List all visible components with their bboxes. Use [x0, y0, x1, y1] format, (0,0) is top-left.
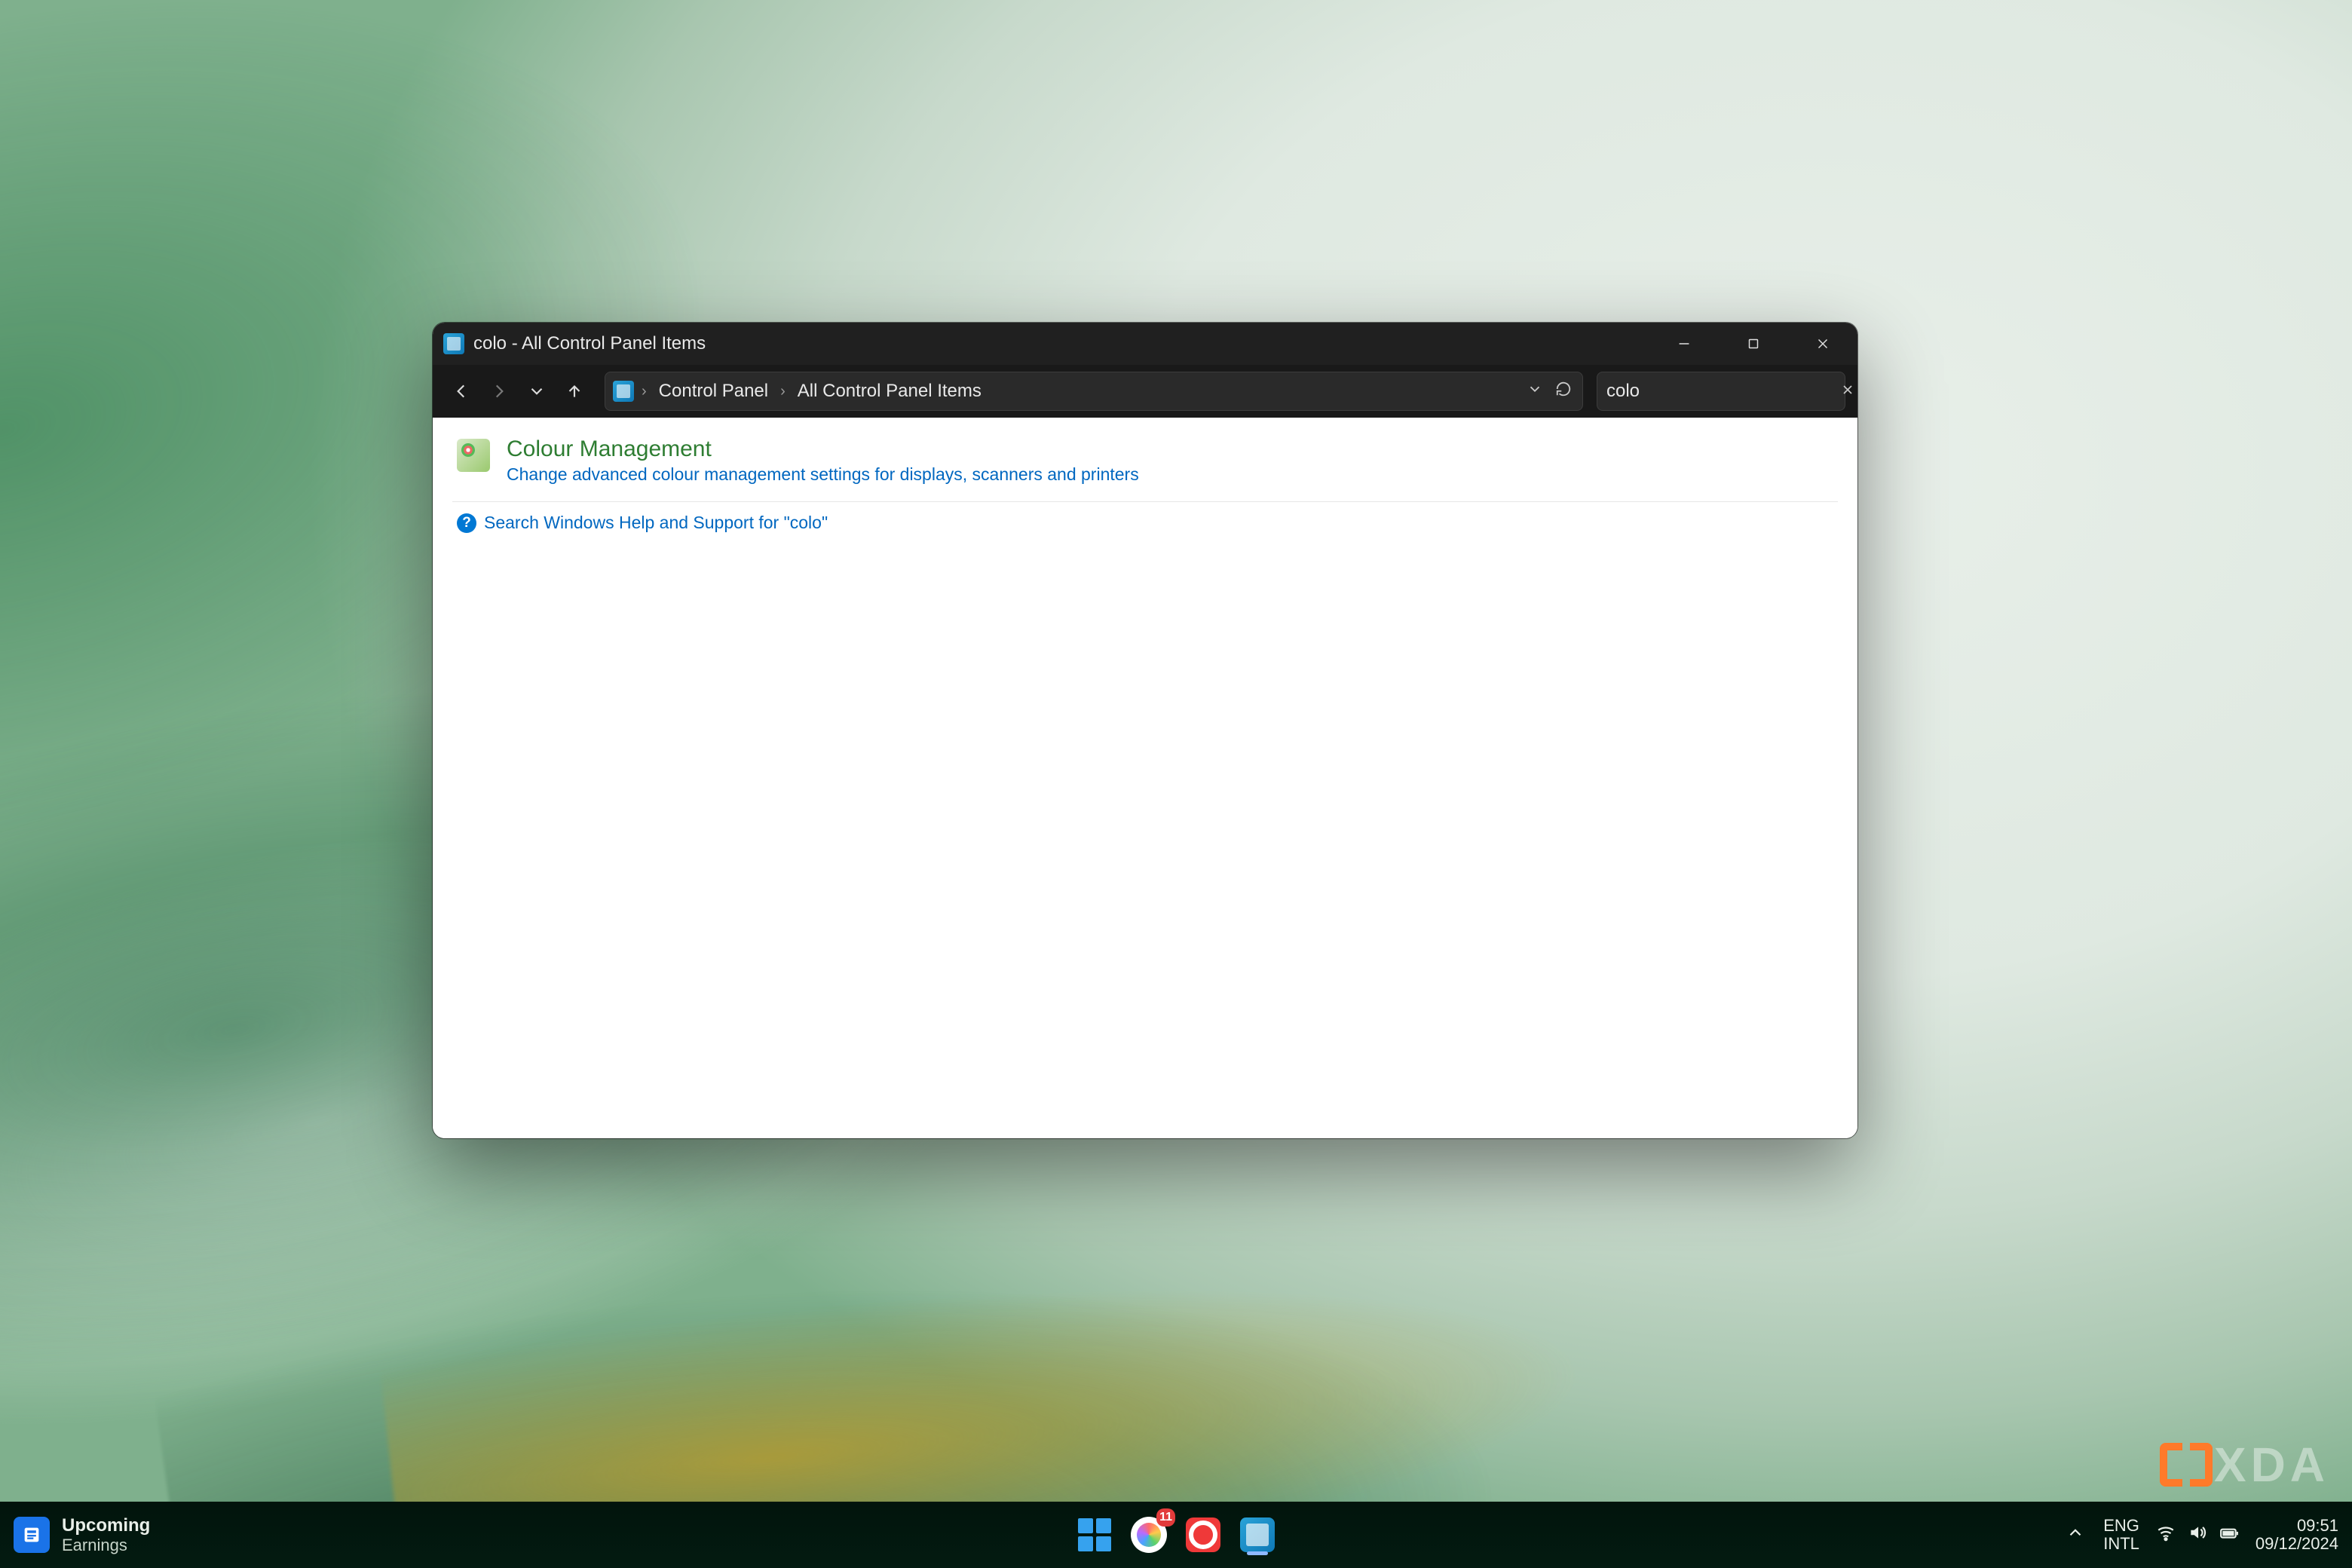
clock-date: 09/12/2024 — [2256, 1535, 2338, 1553]
taskbar-control-panel[interactable] — [1234, 1511, 1281, 1558]
search-input[interactable] — [1606, 381, 1840, 402]
minimize-button[interactable] — [1649, 323, 1719, 365]
address-bar-icon — [613, 381, 634, 402]
widgets-icon — [14, 1517, 50, 1553]
navigation-bar: › Control Panel › All Control Panel Item… — [433, 365, 1857, 418]
widget-line1: Upcoming — [62, 1515, 150, 1536]
battery-icon[interactable] — [2219, 1523, 2239, 1547]
chevron-right-icon[interactable]: › — [776, 383, 790, 400]
result-title[interactable]: Colour Management — [507, 436, 1139, 463]
colour-management-icon — [457, 439, 490, 472]
clock-time: 09:51 — [2297, 1517, 2338, 1535]
up-button[interactable] — [558, 375, 591, 408]
taskbar-vivaldi[interactable] — [1180, 1511, 1227, 1558]
wifi-icon[interactable] — [2156, 1523, 2176, 1547]
control-panel-icon — [443, 333, 464, 354]
address-bar[interactable]: › Control Panel › All Control Panel Item… — [605, 372, 1583, 411]
refresh-button[interactable] — [1555, 381, 1572, 403]
help-icon: ? — [457, 513, 476, 533]
breadcrumb-control-panel[interactable]: Control Panel — [654, 378, 773, 405]
maximize-button[interactable] — [1719, 323, 1788, 365]
windows-logo-icon — [1078, 1518, 1111, 1551]
control-panel-taskbar-icon — [1240, 1517, 1275, 1552]
taskbar-widgets[interactable]: Upcoming Earnings — [14, 1515, 150, 1555]
start-button[interactable] — [1071, 1511, 1118, 1558]
title-bar[interactable]: colo - All Control Panel Items — [433, 323, 1857, 365]
taskbar: Upcoming Earnings 11 ENG INTL — [0, 1502, 2352, 1568]
forward-button[interactable] — [482, 375, 516, 408]
result-subtitle[interactable]: Change advanced colour management settin… — [507, 464, 1139, 485]
recent-locations-button[interactable] — [520, 375, 553, 408]
breadcrumb-all-items[interactable]: All Control Panel Items — [793, 378, 986, 405]
search-result-colour-management[interactable]: Colour Management Change advanced colour… — [452, 431, 1838, 498]
tray-overflow-button[interactable] — [2064, 1523, 2087, 1547]
vivaldi-icon — [1186, 1517, 1220, 1552]
widget-line2: Earnings — [62, 1536, 150, 1554]
volume-icon[interactable] — [2188, 1523, 2207, 1547]
divider — [452, 501, 1838, 502]
taskbar-copilot[interactable]: 11 — [1125, 1511, 1172, 1558]
search-help-link[interactable]: ? Search Windows Help and Support for "c… — [452, 513, 1838, 533]
clear-search-button[interactable] — [1840, 382, 1855, 401]
xda-watermark: XDA — [2160, 1437, 2329, 1493]
help-link-label: Search Windows Help and Support for "col… — [484, 513, 828, 533]
chevron-right-icon[interactable]: › — [637, 383, 651, 400]
language-indicator[interactable]: ENG INTL — [2103, 1517, 2139, 1553]
clock[interactable]: 09:51 09/12/2024 — [2256, 1517, 2338, 1553]
copilot-badge: 11 — [1156, 1508, 1175, 1527]
back-button[interactable] — [445, 375, 478, 408]
search-box[interactable] — [1597, 372, 1845, 411]
close-button[interactable] — [1788, 323, 1857, 365]
window-title: colo - All Control Panel Items — [473, 333, 706, 354]
content-area: Colour Management Change advanced colour… — [433, 418, 1857, 1138]
control-panel-window: colo - All Control Panel Items — [433, 323, 1857, 1138]
address-dropdown-button[interactable] — [1527, 381, 1543, 403]
